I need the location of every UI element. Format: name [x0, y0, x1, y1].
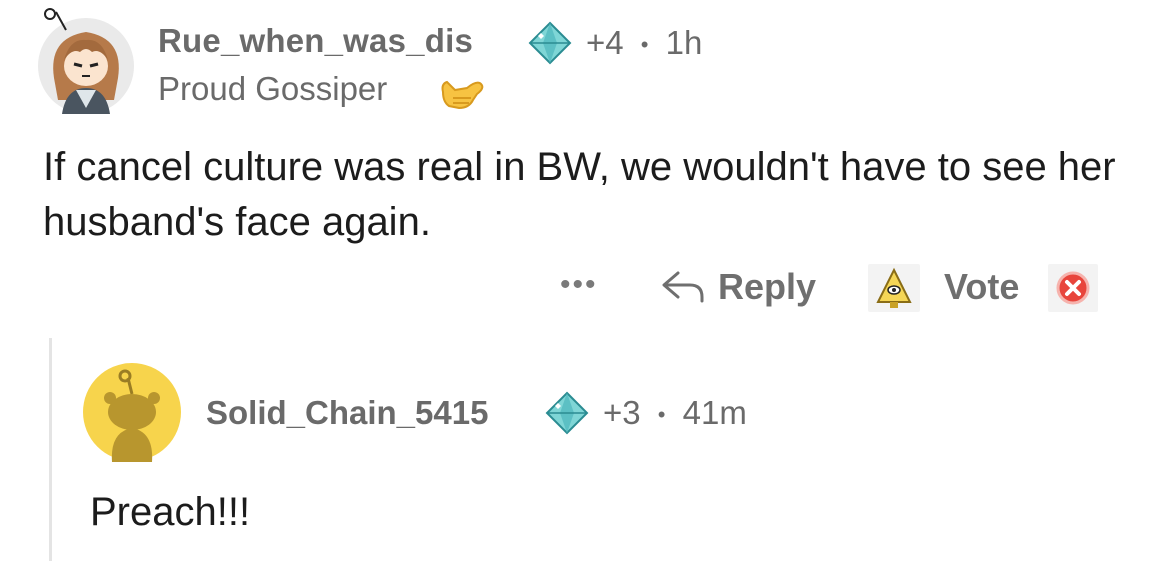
- user-avatar[interactable]: [36, 8, 136, 116]
- meta-separator: •: [640, 32, 649, 58]
- reply-button[interactable]: Reply: [660, 262, 816, 312]
- red-x-downvote-icon: [1048, 264, 1098, 312]
- comment-body: If cancel culture was real in BW, we wou…: [43, 145, 1116, 244]
- vote-label: Vote: [944, 266, 1020, 307]
- reply-label: Reply: [718, 266, 817, 307]
- upvote-button[interactable]: [868, 264, 920, 312]
- user-flair: Proud Gossiper: [158, 70, 388, 107]
- award-count: +3: [603, 394, 641, 431]
- thread-line[interactable]: [49, 338, 52, 561]
- reply-meta: +3 • 41m: [603, 394, 747, 432]
- call-me-hand-emoji-icon: [437, 70, 487, 114]
- comment-username[interactable]: Rue_when_was_dis: [158, 22, 473, 60]
- cartoon-girl-avatar-icon: [38, 8, 134, 114]
- reply-body: Preach!!!: [90, 490, 251, 534]
- downvote-button[interactable]: [1048, 264, 1098, 312]
- reply-time: 41m: [682, 394, 747, 431]
- default-snoo-avatar-icon: [83, 363, 181, 462]
- diamond-gem-icon[interactable]: [544, 390, 590, 436]
- diamond-gem-icon[interactable]: [527, 20, 573, 66]
- reply-user-avatar[interactable]: [82, 362, 182, 462]
- reply-arrow-icon: [662, 271, 704, 303]
- pyramid-eye-upvote-icon: [868, 264, 920, 312]
- reply-username[interactable]: Solid_Chain_5415: [206, 394, 488, 432]
- more-options-button[interactable]: •••: [560, 268, 598, 302]
- meta-separator: •: [657, 402, 666, 428]
- award-count: +4: [586, 24, 624, 61]
- comment-meta: +4 • 1h: [586, 24, 702, 62]
- comment-time: 1h: [665, 24, 703, 61]
